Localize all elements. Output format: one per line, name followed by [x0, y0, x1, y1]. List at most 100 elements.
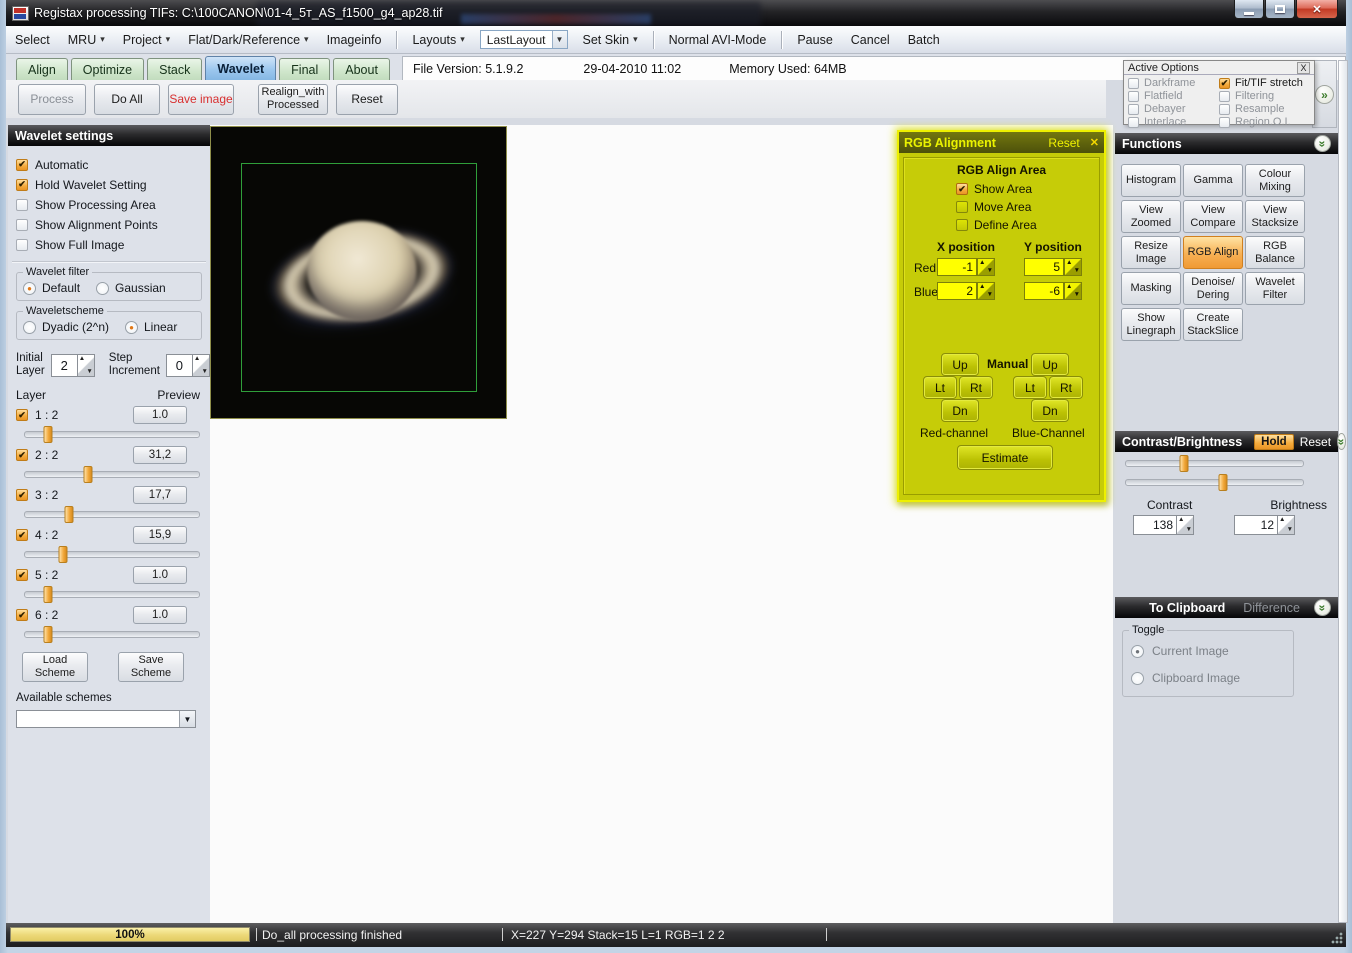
red-down-button[interactable]: Dn	[942, 400, 978, 421]
process-button[interactable]: Process	[18, 84, 86, 115]
stepper-arrows[interactable]: ▲▼	[193, 354, 210, 377]
menu-imageinfo[interactable]: Imageinfo	[318, 30, 391, 50]
rgb-align-button[interactable]: RGB Align	[1183, 236, 1243, 269]
layer-6-slider[interactable]	[24, 631, 200, 638]
brightness-stepper[interactable]: 12 ▲▼	[1234, 515, 1295, 535]
menu-layouts[interactable]: Layouts▾	[403, 30, 473, 50]
masking-button[interactable]: Masking	[1121, 272, 1181, 305]
contrast-reset-button[interactable]: Reset	[1300, 435, 1331, 449]
blue-down-button[interactable]: Dn	[1032, 400, 1068, 421]
menu-batch[interactable]: Batch	[899, 30, 949, 50]
red-left-button[interactable]: Lt	[924, 377, 956, 398]
gamma-button[interactable]: Gamma	[1183, 164, 1243, 197]
checkbox-region-oi[interactable]: Region.O.I.	[1219, 116, 1310, 128]
checkbox-filtering[interactable]: Filtering	[1219, 90, 1310, 102]
layer-1-preview-button[interactable]: 1.0	[133, 406, 187, 424]
hold-button[interactable]: Hold	[1254, 434, 1294, 450]
save-scheme-button[interactable]: Save Scheme	[118, 652, 184, 682]
stepper-arrows[interactable]: ▲▼	[1177, 515, 1194, 535]
slider-thumb[interactable]	[43, 586, 52, 603]
histogram-button[interactable]: Histogram	[1121, 164, 1181, 197]
maximize-button[interactable]	[1265, 0, 1295, 19]
menu-avi-mode[interactable]: Normal AVI-Mode	[660, 30, 776, 50]
checkbox-show-alignment-points[interactable]: Show Alignment Points	[16, 217, 210, 232]
tab-optimize[interactable]: Optimize	[71, 58, 144, 80]
layer-3-preview-button[interactable]: 17,7	[133, 486, 187, 504]
slider-thumb[interactable]	[64, 506, 73, 523]
tab-about[interactable]: About	[333, 58, 390, 80]
layer-2-slider[interactable]	[24, 471, 200, 478]
collapse-contrast-button[interactable]: »	[1337, 433, 1346, 450]
checkbox-icon[interactable]: ✔	[16, 449, 28, 461]
menu-mru[interactable]: MRU▾	[59, 30, 114, 50]
checkbox-fit-tif-stretch[interactable]: ✔Fit/TIF stretch	[1219, 77, 1310, 89]
checkbox-icon[interactable]: ✔	[16, 409, 28, 421]
rgb-align-area-rectangle[interactable]	[241, 163, 477, 392]
rgb-reset-button[interactable]: Reset	[1048, 136, 1079, 150]
menu-set-skin[interactable]: Set Skin▾	[574, 30, 647, 50]
collapse-clipboard-button[interactable]: »	[1314, 599, 1331, 616]
red-y-stepper[interactable]: ▲▼	[1064, 258, 1082, 276]
right-scroll-strip[interactable]	[1338, 60, 1348, 923]
checkbox-move-area[interactable]: Move Area	[956, 200, 1031, 214]
collapse-functions-button[interactable]: »	[1314, 135, 1331, 152]
checkbox-show-area[interactable]: ✔Show Area	[956, 182, 1032, 196]
contrast-slider[interactable]	[1125, 460, 1304, 467]
slider-thumb[interactable]	[43, 426, 52, 443]
stepper-arrows[interactable]: ▲▼	[1278, 515, 1295, 535]
red-y-field[interactable]: 5	[1024, 258, 1064, 276]
stepper-arrows[interactable]: ▲▼	[78, 354, 95, 377]
checkbox-icon[interactable]: ✔	[16, 529, 28, 541]
rgb-close-button[interactable]: ✕	[1090, 136, 1099, 149]
red-right-button[interactable]: Rt	[960, 377, 992, 398]
reset-button[interactable]: Reset	[336, 84, 398, 115]
radio-default[interactable]: ●	[23, 282, 36, 295]
checkbox-flatfield[interactable]: Flatfield	[1128, 90, 1219, 102]
combo-dropdown-button[interactable]: ▼	[552, 31, 567, 48]
tab-stack[interactable]: Stack	[147, 58, 202, 80]
contrast-stepper[interactable]: 138 ▲▼	[1133, 515, 1194, 535]
slider-thumb[interactable]	[83, 466, 92, 483]
checkbox-automatic[interactable]: ✔Automatic	[16, 157, 210, 172]
layer-6-preview-button[interactable]: 1.0	[133, 606, 187, 624]
radio-linear[interactable]: ●	[125, 321, 138, 334]
realign-with-processed-button[interactable]: Realign_with Processed	[258, 84, 328, 115]
blue-up-button[interactable]: Up	[1032, 354, 1068, 375]
menu-project[interactable]: Project▾	[114, 30, 179, 50]
layer-1-slider[interactable]	[24, 431, 200, 438]
create-stackslice-button[interactable]: Create StackSlice	[1183, 308, 1243, 341]
red-x-stepper[interactable]: ▲▼	[977, 258, 995, 276]
wavelet-filter-button[interactable]: Wavelet Filter	[1245, 272, 1305, 305]
radio-clipboard-image[interactable]: Clipboard Image	[1131, 670, 1285, 686]
layout-combo[interactable]: LastLayout ▼	[480, 30, 568, 49]
estimate-button[interactable]: Estimate	[958, 446, 1052, 469]
tab-align[interactable]: Align	[16, 58, 68, 80]
initial-layer-stepper[interactable]: 2 ▲▼	[51, 354, 95, 377]
menu-select[interactable]: Select	[6, 30, 59, 50]
menu-pause[interactable]: Pause	[788, 30, 841, 50]
view-stacksize-button[interactable]: View Stacksize	[1245, 200, 1305, 233]
close-button[interactable]: ✕	[1296, 0, 1338, 19]
blue-x-field[interactable]: 2	[937, 282, 977, 300]
checkbox-icon[interactable]: ✔	[16, 609, 28, 621]
expand-panel-button[interactable]: »	[1315, 85, 1334, 104]
blue-right-button[interactable]: Rt	[1050, 377, 1082, 398]
layer-3-slider[interactable]	[24, 511, 200, 518]
red-up-button[interactable]: Up	[942, 354, 978, 375]
blue-y-field[interactable]: -6	[1024, 282, 1064, 300]
available-schemes-dropdown[interactable]: ▼	[16, 710, 196, 728]
checkbox-icon[interactable]: ✔	[16, 569, 28, 581]
slider-thumb[interactable]	[1180, 455, 1189, 472]
save-image-button[interactable]: Save image	[168, 84, 234, 115]
view-zoomed-button[interactable]: View Zoomed	[1121, 200, 1181, 233]
tab-wavelet[interactable]: Wavelet	[205, 56, 276, 80]
saturn-image[interactable]	[210, 126, 507, 419]
rgb-dialog-titlebar[interactable]: RGB Alignment Reset ✕	[899, 132, 1104, 153]
minimize-button[interactable]	[1234, 0, 1264, 19]
layer-4-slider[interactable]	[24, 551, 200, 558]
menu-cancel[interactable]: Cancel	[842, 30, 899, 50]
brightness-slider[interactable]	[1125, 479, 1304, 486]
radio-dyadic[interactable]	[23, 321, 36, 334]
load-scheme-button[interactable]: Load Scheme	[22, 652, 88, 682]
show-linegraph-button[interactable]: Show Linegraph	[1121, 308, 1181, 341]
